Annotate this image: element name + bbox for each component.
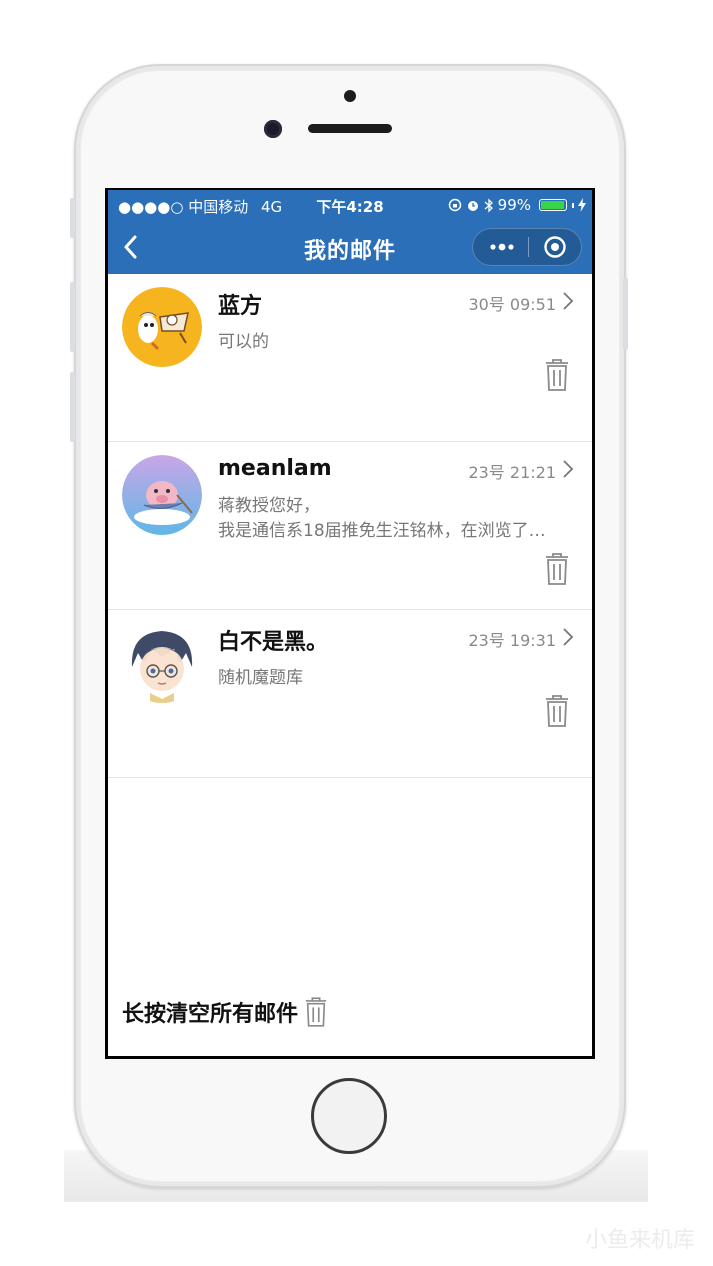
mail-sender: meanlam — [218, 456, 332, 481]
screen: ●●●●○ 中国移动 4G 下午4:28 99% 我的邮件 蓝方 30号 09:… — [105, 188, 595, 1059]
proximity-sensor — [344, 90, 356, 102]
app-screen: ●●●●○ 中国移动 4G 下午4:28 99% 我的邮件 蓝方 30号 09:… — [108, 190, 592, 1056]
sender-avatar — [122, 623, 202, 703]
alarm-icon — [467, 201, 478, 211]
charging-bolt-icon — [578, 198, 586, 212]
mail-preview: 蒋教授您好， 我是通信系18届推免生汪铭林，在浏览了… — [218, 494, 568, 544]
mail-sender: 白不是黑。 — [218, 630, 329, 655]
chevron-right-icon — [563, 628, 574, 646]
trash-icon[interactable] — [304, 996, 328, 1028]
mail-preview-line: 随机魔题库 — [218, 668, 303, 688]
power-button — [623, 278, 628, 350]
mini-program-capsule — [472, 228, 582, 266]
close-mini-program-icon[interactable] — [543, 235, 567, 259]
more-options-icon[interactable] — [487, 237, 517, 257]
phone-mockup: ●●●●○ 中国移动 4G 下午4:28 99% 我的邮件 蓝方 30号 09:… — [0, 0, 713, 1266]
navigation-bar: 我的邮件 — [108, 220, 592, 274]
battery-percent: 99% — [497, 196, 531, 214]
earpiece-speaker — [308, 124, 392, 133]
capsule-divider — [528, 237, 529, 257]
front-camera — [264, 120, 282, 138]
clear-all-button[interactable]: 长按清空所有邮件 — [122, 996, 298, 1028]
mail-preview: 随机魔题库 — [218, 666, 568, 691]
mail-sender: 蓝方 — [218, 294, 263, 319]
mail-preview-line: 蒋教授您好， — [218, 496, 320, 516]
delete-trash-icon[interactable] — [544, 552, 570, 586]
volume-up-button — [70, 282, 75, 352]
sender-avatar — [122, 455, 202, 535]
chevron-right-icon — [563, 292, 574, 310]
mail-preview-line: 可以的 — [218, 332, 269, 352]
mail-preview: 可以的 — [218, 330, 568, 355]
rotation-lock-icon — [448, 198, 461, 212]
mail-item[interactable]: 白不是黑。 23号 19:31 随机魔题库 — [108, 610, 592, 778]
clear-all-row: 长按清空所有邮件 — [122, 996, 328, 1028]
mail-item[interactable]: 蓝方 30号 09:51 可以的 — [108, 274, 592, 442]
status-right: 99% — [448, 196, 586, 214]
mail-list: 蓝方 30号 09:51 可以的 meanlam 23号 21:21 蒋教授您好… — [108, 274, 592, 778]
watermark: 小鱼来机库 — [584, 1228, 695, 1253]
delete-trash-icon[interactable] — [544, 694, 570, 728]
mail-time: 23号 21:21 — [468, 463, 556, 482]
chevron-right-icon — [563, 460, 574, 478]
mail-time: 23号 19:31 — [468, 631, 556, 650]
home-button[interactable] — [311, 1078, 387, 1154]
status-bar: ●●●●○ 中国移动 4G 下午4:28 99% — [108, 190, 592, 220]
battery-icon — [539, 199, 567, 211]
volume-down-button — [70, 372, 75, 442]
sender-avatar — [122, 287, 202, 367]
bluetooth-icon — [484, 197, 493, 213]
mute-switch — [70, 198, 75, 238]
mail-preview-line: 我是通信系18届推免生汪铭林，在浏览了… — [218, 521, 546, 541]
delete-trash-icon[interactable] — [544, 358, 570, 392]
mail-time: 30号 09:51 — [468, 295, 556, 314]
mail-item[interactable]: meanlam 23号 21:21 蒋教授您好， 我是通信系18届推免生汪铭林，… — [108, 442, 592, 610]
